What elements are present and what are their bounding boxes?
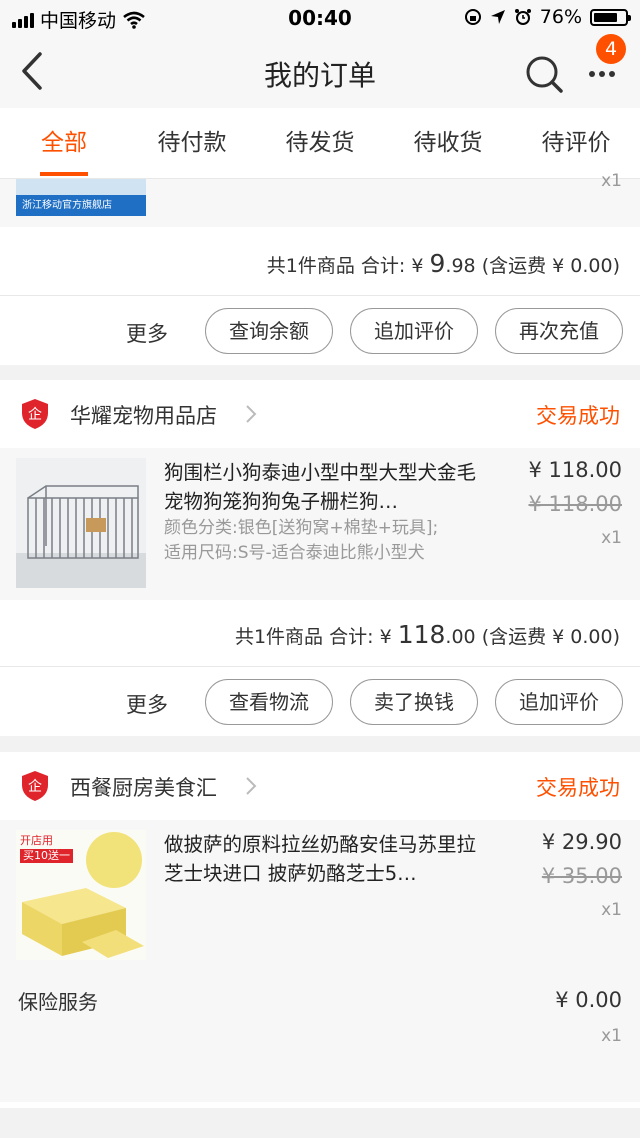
- order-status: 交易成功: [536, 404, 620, 428]
- notification-badge: 4: [596, 34, 626, 64]
- currency: ¥: [379, 626, 392, 648]
- chevron-right-icon: [246, 405, 257, 423]
- total-int: 9: [429, 249, 446, 278]
- store-banner: 浙江移动官方旗舰店: [16, 195, 146, 216]
- insurance-quantity: x1: [601, 1026, 622, 1046]
- item-count: 共1件商品: [266, 255, 355, 277]
- promo-tag: 开店用: [20, 834, 53, 847]
- search-icon[interactable]: [522, 52, 566, 96]
- order-card: 企 华耀宠物用品店 交易成功 狗围栏小狗泰迪小型中型大型犬金毛宠物狗笼狗狗兔子栅…: [0, 380, 640, 736]
- recharge-again-button[interactable]: 再次充值: [495, 308, 623, 354]
- tab-pending-receipt[interactable]: 待收货: [384, 108, 512, 178]
- shipping-fee: (含运费 ¥ 0.00): [481, 255, 620, 277]
- total-label: 合计:: [329, 626, 374, 648]
- order-card: 企 西餐厨房美食汇 交易成功 开店用 买10送一 做披萨的原料拉丝奶酪安佳马苏里…: [0, 752, 640, 1108]
- location-icon: [490, 10, 505, 24]
- insurance-price: ¥ 0.00: [555, 988, 622, 1012]
- product-thumbnail: [16, 458, 146, 588]
- product-attr-size: 适用尺码:S号-适合泰迪比熊小型犬: [164, 543, 425, 563]
- status-right: 76%: [464, 6, 631, 28]
- total-label: 合计:: [360, 255, 406, 277]
- insurance-service-row[interactable]: 保险服务 ¥ 0.00 x1: [0, 972, 640, 1102]
- alarm-icon: [514, 9, 531, 25]
- navigation-bar: 我的订单 4: [0, 34, 640, 108]
- total-dec: .00: [445, 626, 476, 648]
- order-item[interactable]: 狗围栏小狗泰迪小型中型大型犬金毛宠物狗笼狗狗兔子栅栏狗… 颜色分类:银色[送狗窝…: [0, 448, 640, 600]
- order-item-partial[interactable]: 浙江移动官方旗舰店 x1: [0, 171, 640, 227]
- order-card: 浙江移动官方旗舰店 x1 共1件商品 合计: ¥ 9.98 (含运费 ¥ 0.0…: [0, 171, 640, 366]
- promo-badge: 买10送一: [20, 849, 73, 863]
- shop-name[interactable]: 西餐厨房美食汇: [70, 772, 217, 802]
- rotation-lock-icon: [464, 9, 481, 25]
- add-review-button[interactable]: 追加评价: [350, 308, 478, 354]
- shop-badge-icon: 企: [22, 771, 48, 801]
- insurance-label: 保险服务: [18, 990, 98, 1014]
- battery-icon: [590, 8, 631, 26]
- total-dec: .98: [445, 255, 476, 277]
- dog-fence-image: [16, 458, 146, 588]
- order-summary: 共1件商品 合计: ¥ 9.98 (含运费 ¥ 0.00): [267, 249, 620, 278]
- add-review-button[interactable]: 追加评价: [495, 679, 623, 725]
- item-price: ¥ 29.90: [541, 830, 622, 854]
- product-thumbnail: 浙江移动官方旗舰店: [16, 179, 146, 216]
- item-quantity: x1: [601, 528, 622, 548]
- tab-pending-review[interactable]: 待评价: [512, 108, 640, 178]
- more-link[interactable]: 更多: [126, 318, 168, 348]
- item-count: 共1件商品: [234, 626, 324, 648]
- svg-text:企: 企: [28, 778, 42, 795]
- shop-name[interactable]: 华耀宠物用品店: [70, 400, 217, 430]
- order-item[interactable]: 开店用 买10送一 做披萨的原料拉丝奶酪安佳马苏里拉芝士块进口 披萨奶酪芝士5……: [0, 820, 640, 972]
- shop-header[interactable]: 企 华耀宠物用品店 交易成功: [0, 380, 640, 448]
- tab-pending-shipment[interactable]: 待发货: [256, 108, 384, 178]
- product-title: 做披萨的原料拉丝奶酪安佳马苏里拉芝士块进口 披萨奶酪芝士5…: [164, 833, 477, 885]
- tab-all[interactable]: 全部: [0, 108, 128, 178]
- more-link[interactable]: 更多: [126, 689, 168, 719]
- order-tabs: 全部 待付款 待发货 待收货 待评价: [0, 108, 640, 179]
- total-int: 118: [397, 620, 446, 649]
- check-balance-button[interactable]: 查询余额: [205, 308, 333, 354]
- view-logistics-button[interactable]: 查看物流: [205, 679, 333, 725]
- resell-button[interactable]: 卖了换钱: [350, 679, 478, 725]
- shipping-fee: (含运费 ¥ 0.00): [481, 626, 620, 648]
- item-price: ¥ 118.00: [528, 458, 622, 482]
- status-bar: 中国移动 00:40 76%: [0, 0, 640, 36]
- order-actions: 更多 查询余额 追加评价 再次充值: [0, 296, 640, 366]
- shop-header[interactable]: 企 西餐厨房美食汇 交易成功: [0, 752, 640, 820]
- order-status: 交易成功: [536, 776, 620, 800]
- chevron-right-icon: [246, 777, 257, 795]
- battery-percent: 76%: [539, 6, 582, 28]
- product-thumbnail: 开店用 买10送一: [16, 830, 146, 960]
- original-price: ¥ 35.00: [541, 864, 622, 888]
- order-summary: 共1件商品 合计: ¥ 118.00 (含运费 ¥ 0.00): [235, 620, 620, 649]
- item-quantity: x1: [601, 171, 622, 191]
- currency: ¥: [411, 255, 424, 277]
- original-price: ¥ 118.00: [528, 492, 622, 516]
- svg-text:企: 企: [28, 406, 42, 423]
- tab-pending-payment[interactable]: 待付款: [128, 108, 256, 178]
- product-title: 狗围栏小狗泰迪小型中型大型犬金毛宠物狗笼狗狗兔子栅栏狗…: [164, 461, 477, 513]
- shop-badge-icon: 企: [22, 399, 48, 429]
- order-actions: 更多 查看物流 卖了换钱 追加评价: [0, 667, 640, 737]
- item-quantity: x1: [601, 900, 622, 920]
- product-attr-color: 颜色分类:银色[送狗窝+棉垫+玩具];: [164, 518, 439, 538]
